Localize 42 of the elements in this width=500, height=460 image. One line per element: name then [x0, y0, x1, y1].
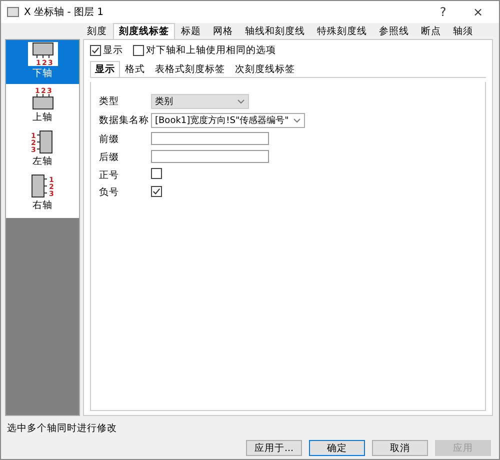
tab[interactable]: 特殊刻度线	[311, 23, 373, 39]
checkbox-label: 对下轴和上轴使用相同的选项	[146, 44, 276, 57]
dropdown[interactable]: [Book1]宽度方向!S"传感器编号"	[151, 113, 305, 128]
axis-label: 下轴	[32, 67, 52, 80]
tab[interactable]: 次刻度线标签	[230, 61, 300, 77]
tab[interactable]: 表格式刻度标签	[150, 61, 230, 77]
tab[interactable]: 网格	[207, 23, 239, 39]
dialog-button[interactable]: 应用于...	[246, 440, 302, 456]
axis-label: 左轴	[32, 155, 52, 168]
tab[interactable]: 显示	[90, 61, 120, 77]
tab[interactable]: 参照线	[373, 23, 415, 39]
checkbox[interactable]	[133, 45, 144, 56]
tab[interactable]: 刻度线标签	[113, 23, 175, 39]
checkbox[interactable]	[90, 45, 101, 56]
help-button[interactable]: ?	[428, 5, 458, 19]
field-label: 负号	[99, 186, 120, 199]
axis-label: 右轴	[32, 199, 52, 212]
tab[interactable]: 标题	[175, 23, 207, 39]
tab[interactable]: 格式	[120, 61, 150, 77]
field-label: 后缀	[99, 150, 120, 164]
dialog-button[interactable]: 取消	[372, 440, 428, 456]
tab[interactable]: 刻度	[81, 23, 113, 39]
checkbox[interactable]	[151, 186, 162, 197]
field-label: 数据集名称	[99, 114, 150, 127]
checkbox[interactable]	[151, 168, 162, 179]
input-field[interactable]	[151, 132, 269, 145]
dialog-button[interactable]: 确定	[309, 440, 365, 456]
tab[interactable]: 轴线和刻度线	[239, 23, 311, 39]
tab[interactable]: 轴须	[447, 23, 479, 39]
field-label: 类型	[99, 95, 120, 108]
caret-icon	[293, 118, 301, 123]
caret-icon	[237, 99, 245, 104]
field-label: 正号	[99, 168, 120, 182]
axis-label: 上轴	[32, 111, 52, 124]
field-label: 前缀	[99, 132, 120, 146]
input-field[interactable]	[151, 150, 269, 163]
tab[interactable]: 断点	[415, 23, 447, 39]
close-button[interactable]: ×	[463, 5, 493, 19]
checkbox-label: 显示	[103, 44, 123, 57]
window-title: X 坐标轴 - 图层 1	[24, 6, 105, 19]
window-icon	[7, 7, 19, 17]
status-text: 选中多个轴同时进行修改	[6, 422, 118, 434]
